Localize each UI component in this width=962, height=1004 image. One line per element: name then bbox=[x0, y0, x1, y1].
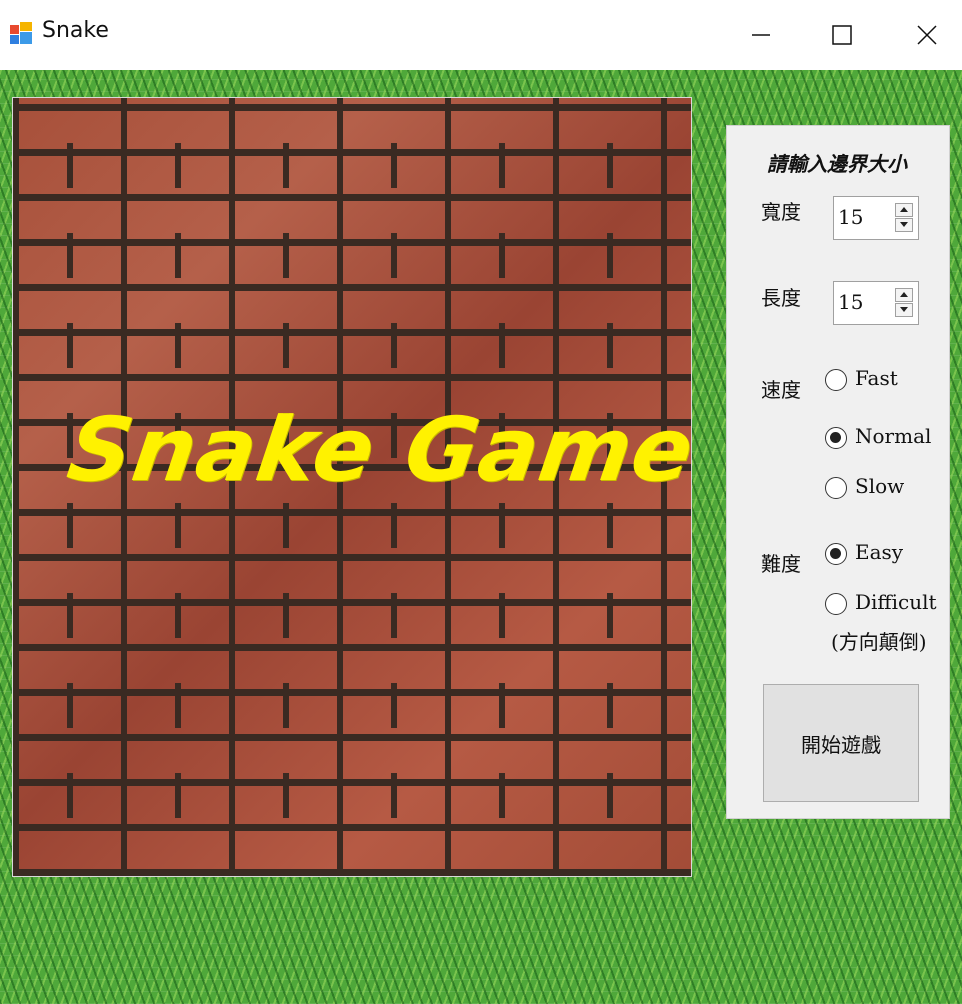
radio-label: Easy bbox=[855, 540, 904, 564]
radio-checked-icon bbox=[825, 543, 847, 565]
radio-icon bbox=[825, 477, 847, 499]
width-label: 寬度 bbox=[761, 200, 801, 224]
width-stepper[interactable]: 15 bbox=[833, 196, 919, 240]
brick-row bbox=[13, 143, 691, 188]
width-value: 15 bbox=[838, 205, 864, 229]
maximize-icon bbox=[832, 25, 852, 45]
brick-row bbox=[13, 503, 691, 548]
window-title: Snake bbox=[42, 18, 109, 43]
length-up-icon[interactable] bbox=[895, 288, 913, 302]
speed-label: 速度 bbox=[761, 378, 801, 402]
app-icon[interactable] bbox=[10, 22, 32, 44]
minimize-icon bbox=[752, 34, 770, 36]
minimize-button[interactable] bbox=[722, 0, 802, 70]
length-stepper-buttons bbox=[895, 288, 915, 318]
radio-icon bbox=[825, 369, 847, 391]
panel-heading: 請輸入邊界大小 bbox=[767, 152, 907, 176]
length-value: 15 bbox=[838, 290, 864, 314]
radio-label: Fast bbox=[855, 366, 898, 390]
brick-row bbox=[13, 773, 691, 818]
settings-panel: 請輸入邊界大小 寬度 15 長度 15 速度 Fast Normal Slow … bbox=[726, 125, 950, 819]
close-button[interactable] bbox=[882, 0, 962, 70]
brick-wall-picture: Snake Game bbox=[12, 97, 692, 877]
game-title: Snake Game bbox=[61, 398, 692, 501]
length-stepper[interactable]: 15 bbox=[833, 281, 919, 325]
radio-checked-icon bbox=[825, 427, 847, 449]
brick-row bbox=[13, 683, 691, 728]
radio-label: Normal bbox=[855, 424, 932, 448]
difficulty-note: (方向顛倒) bbox=[831, 630, 927, 654]
length-label: 長度 bbox=[761, 286, 801, 310]
title-bar: Snake bbox=[0, 0, 962, 70]
radio-label: Difficult bbox=[855, 590, 937, 614]
maximize-button[interactable] bbox=[802, 0, 882, 70]
length-down-icon[interactable] bbox=[895, 303, 913, 317]
brick-row bbox=[13, 323, 691, 368]
close-icon bbox=[917, 25, 937, 45]
difficulty-label: 難度 bbox=[761, 552, 801, 576]
radio-icon bbox=[825, 593, 847, 615]
start-game-button[interactable]: 開始遊戲 bbox=[763, 684, 919, 802]
width-up-icon[interactable] bbox=[895, 203, 913, 217]
width-stepper-buttons bbox=[895, 203, 915, 233]
radio-label: Slow bbox=[855, 474, 905, 498]
brick-row bbox=[13, 593, 691, 638]
brick-row bbox=[13, 233, 691, 278]
width-down-icon[interactable] bbox=[895, 218, 913, 232]
